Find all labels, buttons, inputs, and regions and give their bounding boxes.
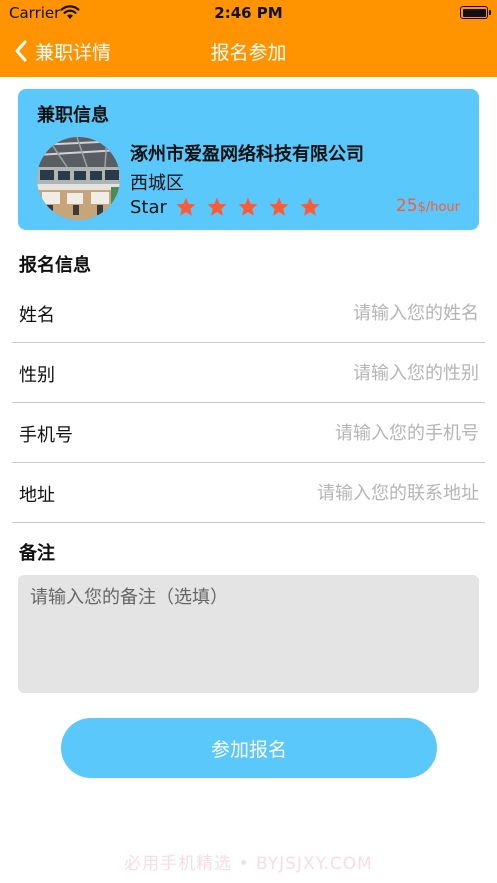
- star-label: Star: [130, 196, 167, 218]
- district-label: 西城区: [130, 173, 184, 194]
- address-input[interactable]: [179, 475, 479, 511]
- clock: 2:46 PM: [214, 4, 283, 22]
- company-photo: [37, 137, 120, 220]
- gender-row: 性别: [12, 343, 485, 403]
- watermark: 必用手机精选 • BYJSJXY.COM: [124, 854, 373, 874]
- job-info-title: 兼职信息: [37, 105, 109, 126]
- star-icon: [269, 197, 289, 216]
- phone-label: 手机号: [19, 425, 73, 446]
- star-icon: [207, 197, 227, 216]
- star-icon: [300, 197, 320, 216]
- gender-input[interactable]: [179, 355, 479, 391]
- rating: Star: [130, 195, 330, 219]
- company-name: 涿州市爱盈网络科技有限公司: [130, 144, 364, 165]
- name-row: 姓名: [12, 283, 485, 343]
- battery-icon: [460, 6, 491, 19]
- signup-section-title: 报名信息: [19, 255, 91, 276]
- page-title: 报名参加: [210, 42, 287, 64]
- phone-row: 手机号: [12, 403, 485, 463]
- remarks-title: 备注: [19, 543, 55, 564]
- address-label: 地址: [19, 485, 55, 506]
- address-row: 地址: [12, 463, 485, 523]
- wage-label: 25$/hour: [396, 196, 460, 216]
- header-bar: Carrier 2:46 PM 兼职详情 报名参加: [0, 0, 497, 77]
- status-bar: Carrier 2:46 PM: [0, 0, 497, 26]
- wage-value: 25: [395, 196, 418, 216]
- submit-button[interactable]: 参加报名: [61, 718, 437, 778]
- remarks-textarea[interactable]: [18, 575, 479, 693]
- name-label: 姓名: [19, 305, 55, 326]
- wage-unit: $/hour: [417, 200, 460, 215]
- star-icon: [238, 197, 258, 216]
- phone-input[interactable]: [179, 415, 479, 451]
- star-icon: [176, 197, 196, 216]
- gender-label: 性别: [19, 365, 55, 386]
- job-info-card: 兼职信息 涿州市爱盈网络科技有限公司 西城区 Star 25$/hour: [18, 89, 479, 230]
- name-input[interactable]: [179, 295, 479, 331]
